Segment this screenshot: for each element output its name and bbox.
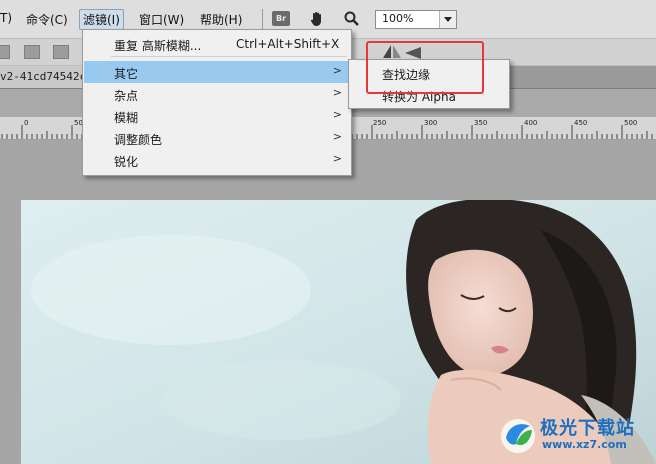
zoom-tool-icon[interactable] bbox=[343, 10, 361, 28]
menu-separator bbox=[111, 56, 347, 57]
option-icon[interactable] bbox=[24, 45, 40, 59]
menu-item-repeat-gaussian-blur[interactable]: 重复 高斯模糊... Ctrl+Alt+Shift+X bbox=[84, 33, 350, 55]
ruler-label: 400 bbox=[524, 119, 538, 127]
chevron-right-icon: > bbox=[332, 86, 342, 99]
ruler-label: 450 bbox=[574, 119, 588, 127]
menu-item-noise[interactable]: 杂点 > bbox=[84, 83, 350, 105]
option-icon[interactable] bbox=[0, 45, 10, 59]
menu-window[interactable]: 窗口(W) bbox=[139, 11, 184, 28]
menu-item-label: 重复 高斯模糊... bbox=[114, 39, 202, 53]
ruler-label: 500 bbox=[624, 119, 638, 127]
menu-separator bbox=[262, 9, 263, 29]
option-icon[interactable] bbox=[53, 45, 69, 59]
zoom-level-value: 100% bbox=[382, 12, 414, 25]
hand-tool-icon[interactable] bbox=[308, 10, 326, 28]
menu-commands[interactable]: 命令(C) bbox=[26, 11, 68, 28]
menu-item-label: 模糊 bbox=[114, 111, 139, 125]
watermark-title: 极光下载站 bbox=[540, 418, 635, 439]
ruler-label: 250 bbox=[373, 119, 387, 127]
menu-item-label: 杂点 bbox=[114, 89, 139, 103]
menu-item-blur[interactable]: 模糊 > bbox=[84, 105, 350, 127]
menu-item-adjust-color[interactable]: 调整颜色 > bbox=[84, 127, 350, 149]
ruler-label: 350 bbox=[474, 119, 488, 127]
chevron-right-icon: > bbox=[332, 108, 342, 121]
zoom-level-select[interactable]: 100% bbox=[375, 10, 457, 29]
document-tab[interactable]: v2-41cd74542c bbox=[0, 66, 93, 88]
chevron-right-icon: > bbox=[332, 64, 342, 77]
menu-filters[interactable]: 滤镜(I) bbox=[79, 9, 124, 30]
chevron-right-icon: > bbox=[332, 152, 342, 165]
watermark: 极光下载站 www.xz7.com bbox=[496, 412, 652, 458]
menu-help[interactable]: 帮助(H) bbox=[200, 11, 242, 28]
bridge-icon[interactable]: Br bbox=[272, 11, 290, 26]
menu-commands-partial[interactable]: T) bbox=[0, 11, 12, 25]
filter-menu: 重复 高斯模糊... Ctrl+Alt+Shift+X 其它 > 杂点 > 模糊… bbox=[82, 29, 352, 176]
menu-item-sharpen[interactable]: 锐化 > bbox=[84, 149, 350, 171]
chevron-down-icon[interactable] bbox=[439, 11, 456, 28]
menu-item-shortcut: Ctrl+Alt+Shift+X bbox=[236, 37, 340, 51]
watermark-logo-icon bbox=[501, 419, 535, 453]
menu-item-other[interactable]: 其它 > bbox=[84, 61, 350, 83]
ruler-label: 300 bbox=[424, 119, 438, 127]
menu-item-label: 锐化 bbox=[114, 155, 139, 169]
chevron-right-icon: > bbox=[332, 130, 342, 143]
watermark-url: www.xz7.com bbox=[542, 438, 627, 451]
menu-item-label: 调整颜色 bbox=[114, 133, 163, 147]
menu-item-label: 其它 bbox=[114, 67, 139, 81]
annotation-highlight-box bbox=[366, 41, 484, 94]
ruler-label: 0 bbox=[24, 119, 29, 127]
